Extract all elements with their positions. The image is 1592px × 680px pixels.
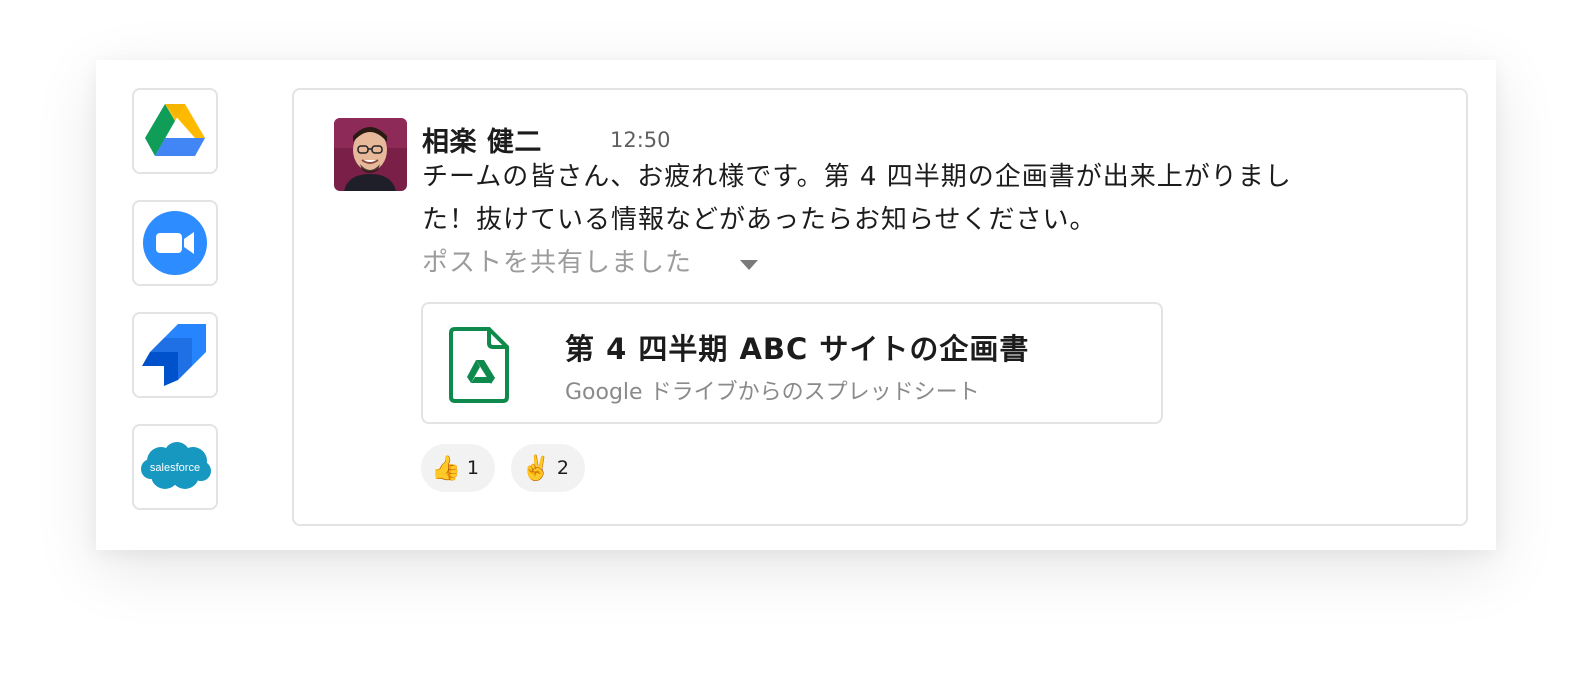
svg-text:salesforce: salesforce <box>150 462 200 474</box>
jira-app-tile[interactable] <box>132 312 218 398</box>
zoom-app-tile[interactable] <box>132 200 218 286</box>
message-card: 相楽 健二 12:50 チームの皆さん、お疲れ様です。第 4 四半期の企画書が出… <box>292 88 1468 526</box>
jira-icon <box>142 324 206 386</box>
chevron-down-icon[interactable] <box>740 259 759 270</box>
file-title[interactable]: 第 4 四半期 ABC サイトの企画書 <box>565 326 1029 368</box>
reaction-victory-hand[interactable]: ✌️ 2 <box>510 444 585 492</box>
user-avatar-photo <box>334 118 407 191</box>
salesforce-icon: salesforce <box>141 442 211 489</box>
reactions-bar: 👍 1 ✌️ 2 <box>421 444 585 492</box>
message-text: チームの皆さん、お疲れ様です。第 4 四半期の企画書が出来上がりました！抜けてい… <box>422 162 1292 235</box>
reaction-thumbs-up[interactable]: 👍 1 <box>421 444 495 492</box>
file-attachment-card[interactable]: 第 4 四半期 ABC サイトの企画書 Google ドライブからのスプレッドシ… <box>421 302 1163 424</box>
slack-message-frame: salesforce 相楽 健二 12:50 チームの皆さん、お疲れ様です。第 … <box>96 60 1496 550</box>
message-author[interactable]: 相楽 健二 <box>422 120 542 159</box>
google-sheets-file-icon <box>449 327 509 403</box>
google-drive-app-tile[interactable] <box>132 88 218 174</box>
shared-post-label: ポストを共有しました <box>422 242 759 279</box>
avatar[interactable] <box>334 118 407 191</box>
thumbs-up-icon: 👍 <box>431 454 461 482</box>
shared-post-text: ポストを共有しました <box>422 248 693 278</box>
reaction-count: 2 <box>556 457 569 479</box>
salesforce-app-tile[interactable]: salesforce <box>132 424 218 510</box>
file-source: Google ドライブからのスプレッドシート <box>565 380 980 405</box>
victory-hand-icon: ✌️ <box>520 454 551 482</box>
reaction-count: 1 <box>466 457 479 479</box>
zoom-icon <box>143 211 207 275</box>
message-timestamp[interactable]: 12:50 <box>610 128 671 152</box>
google-drive-icon <box>145 104 205 156</box>
